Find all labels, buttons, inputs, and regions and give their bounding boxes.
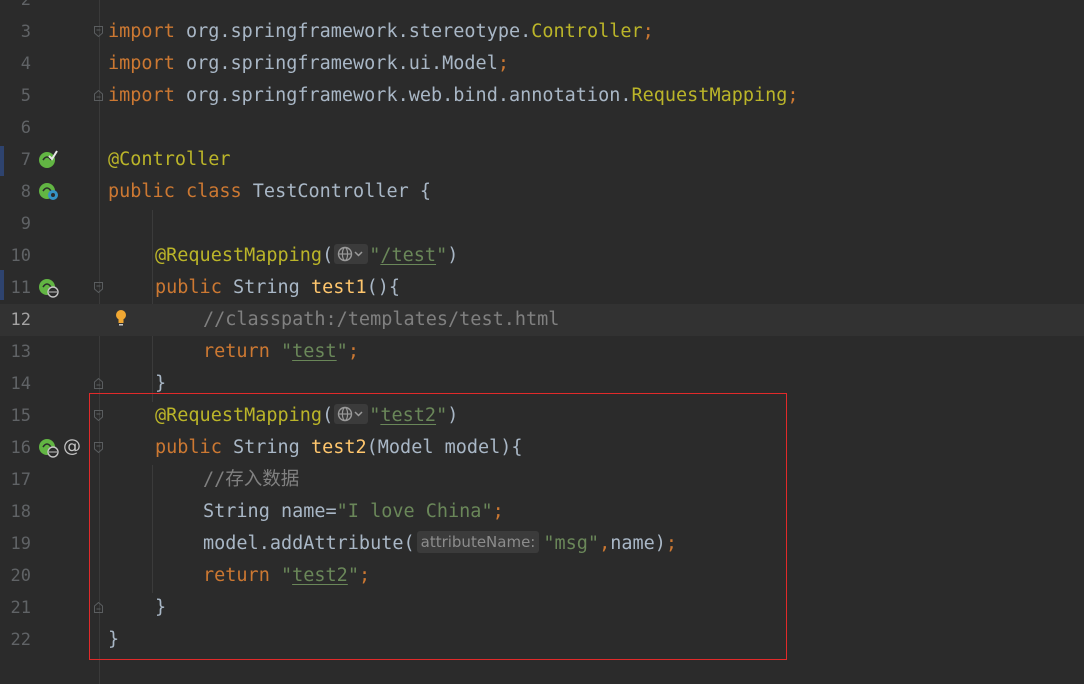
code-text: public String test1(){ [155, 277, 401, 298]
line-number[interactable]: 14 [0, 368, 31, 400]
fold-icon[interactable] [94, 378, 103, 389]
model-attribute-icon[interactable]: @ [63, 436, 81, 458]
request-mapping-icon[interactable] [37, 276, 59, 298]
fold-icon[interactable] [94, 90, 103, 101]
code-text: model.addAttribute(attributeName: "msg",n… [203, 531, 678, 554]
code-line[interactable]: 18 String name="I love China"; [0, 496, 1084, 528]
code-line[interactable]: 6 [0, 112, 1084, 144]
code-text: //存入数据 [203, 469, 300, 490]
line-number[interactable]: 8 [0, 176, 31, 208]
code-text: @Controller [108, 149, 231, 170]
line-number[interactable]: 18 [0, 496, 31, 528]
line-number[interactable]: 9 [0, 208, 31, 240]
line-number[interactable]: 12 [0, 304, 31, 336]
line-number[interactable]: 11 [0, 272, 31, 304]
fold-icon[interactable] [94, 26, 103, 37]
line-number[interactable]: 17 [0, 464, 31, 496]
code-text: public class TestController { [108, 181, 432, 202]
line-number[interactable]: 7 [0, 144, 31, 176]
code-line[interactable]: 10 @RequestMapping("/test") [0, 240, 1084, 272]
line-number[interactable]: 16 [0, 432, 31, 464]
code-text: @RequestMapping("/test") [155, 244, 459, 266]
code-line[interactable]: 20 return "test2"; [0, 560, 1084, 592]
line-number[interactable]: 10 [0, 240, 31, 272]
code-line-current[interactable]: 12 //classpath:/templates/test.html [0, 304, 1084, 336]
line-number[interactable]: 2 [0, 0, 31, 16]
line-number[interactable]: 3 [0, 16, 31, 48]
spring-bean-icon[interactable] [37, 180, 59, 202]
code-text: public String test2(Model model){ [155, 437, 523, 458]
code-text: import org.springframework.stereotype.Co… [108, 21, 654, 42]
code-line[interactable]: 2 [0, 0, 1084, 16]
fold-icon[interactable] [94, 442, 103, 453]
code-line[interactable]: 15 @RequestMapping("test2") [0, 400, 1084, 432]
code-line[interactable]: 8 public class TestController { [0, 176, 1084, 208]
code-line[interactable]: 21 } [0, 592, 1084, 624]
template-link[interactable]: test [292, 341, 337, 362]
code-line[interactable]: 5 import org.springframework.web.bind.an… [0, 80, 1084, 112]
spring-bean-icon[interactable] [37, 148, 59, 170]
url-path-link[interactable]: /test [380, 245, 436, 266]
fold-icon[interactable] [94, 282, 103, 293]
code-text: String name="I love China"; [203, 501, 504, 522]
request-mapping-icon[interactable] [37, 436, 59, 458]
code-line[interactable]: 7 @Controller [0, 144, 1084, 176]
globe-icon[interactable] [334, 404, 369, 424]
code-text: @RequestMapping("test2") [155, 404, 459, 426]
lightbulb-icon[interactable] [114, 309, 128, 327]
line-number[interactable]: 4 [0, 48, 31, 80]
code-text: //classpath:/templates/test.html [203, 309, 560, 330]
code-line[interactable]: 22 } [0, 624, 1084, 656]
line-number[interactable]: 13 [0, 336, 31, 368]
code-editor[interactable]: 2 3 import org.springframework.stereotyp… [0, 0, 1084, 684]
code-text: import org.springframework.ui.Model; [108, 53, 509, 74]
line-number[interactable]: 15 [0, 400, 31, 432]
line-number[interactable]: 21 [0, 592, 31, 624]
code-line[interactable]: 19 model.addAttribute(attributeName: "msg… [0, 528, 1084, 560]
line-number[interactable]: 19 [0, 528, 31, 560]
code-text: import org.springframework.web.bind.anno… [108, 85, 799, 106]
globe-icon[interactable] [334, 244, 369, 264]
code-line[interactable]: 3 import org.springframework.stereotype.… [0, 16, 1084, 48]
line-number[interactable]: 6 [0, 112, 31, 144]
url-path-link[interactable]: test2 [380, 405, 436, 426]
code-text: } [155, 373, 167, 394]
template-link[interactable]: test2 [292, 565, 348, 586]
code-text: } [108, 629, 120, 650]
code-line[interactable]: 14 } [0, 368, 1084, 400]
code-line[interactable]: 16 public String test2(Model model){ [0, 432, 1084, 464]
line-number[interactable]: 22 [0, 624, 31, 656]
code-line[interactable]: 9 [0, 208, 1084, 240]
code-text: return "test"; [203, 341, 359, 362]
code-line[interactable]: 11 public String test1(){ [0, 272, 1084, 304]
code-line[interactable]: 13 return "test"; [0, 336, 1084, 368]
code-line[interactable]: 4 import org.springframework.ui.Model; [0, 48, 1084, 80]
fold-icon[interactable] [94, 602, 103, 613]
code-text: } [155, 597, 167, 618]
fold-icon[interactable] [94, 410, 103, 421]
line-number[interactable]: 5 [0, 80, 31, 112]
line-number[interactable]: 20 [0, 560, 31, 592]
parameter-hint: attributeName: [416, 531, 540, 553]
code-line[interactable]: 17 //存入数据 [0, 464, 1084, 496]
code-text: return "test2"; [203, 565, 371, 586]
